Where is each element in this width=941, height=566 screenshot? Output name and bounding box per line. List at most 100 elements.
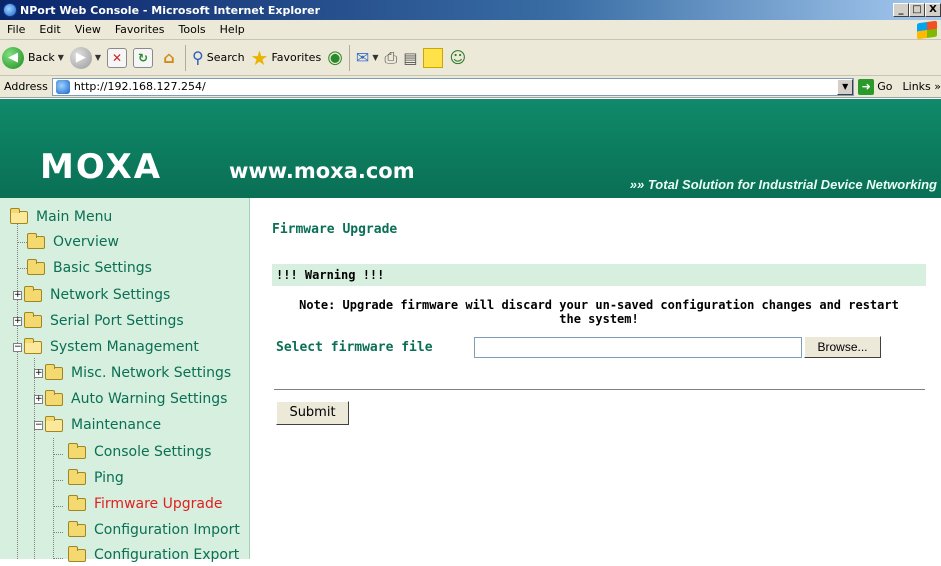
back-button[interactable]: ◀ Back ▼ bbox=[2, 46, 64, 69]
sidebar-item-label: Firmware Upgrade bbox=[94, 496, 223, 512]
page-title: Firmware Upgrade bbox=[272, 222, 398, 237]
sidebar-item-label: Auto Warning Settings bbox=[71, 391, 228, 407]
firmware-file-input[interactable] bbox=[474, 337, 802, 358]
tree-line bbox=[53, 532, 63, 533]
folder-icon bbox=[24, 311, 42, 328]
folder-icon bbox=[68, 545, 86, 562]
sidebar-item-configuration-import[interactable]: Configuration Import bbox=[68, 519, 240, 541]
sidebar-menu: Main Menu Overview Basic Settings + Netw… bbox=[0, 198, 250, 563]
links-button[interactable]: Links » bbox=[903, 80, 941, 93]
address-url: http://192.168.127.254/ bbox=[73, 80, 206, 93]
sidebar-item-label: Overview bbox=[53, 234, 119, 250]
minimize-button[interactable]: _ bbox=[893, 3, 909, 17]
forward-button[interactable]: ▶ ▼ bbox=[69, 46, 101, 69]
mail-icon: ✉ bbox=[355, 48, 370, 67]
sidebar-item-label: Configuration Export bbox=[94, 547, 240, 563]
favorites-label: Favorites bbox=[271, 51, 322, 64]
search-icon: ⚲ bbox=[192, 48, 204, 67]
sidebar-item-label: Ping bbox=[94, 470, 124, 486]
menu-file[interactable]: File bbox=[0, 23, 32, 36]
browser-toolbar: ◀ Back ▼ ▶ ▼ ✕ ↻ ⌂ ⚲ Search ★ Favorites … bbox=[0, 40, 941, 76]
maximize-button[interactable]: □ bbox=[909, 3, 925, 17]
tree-line bbox=[17, 268, 27, 269]
sidebar-item-label: Maintenance bbox=[71, 417, 162, 433]
submit-button[interactable]: Submit bbox=[276, 401, 349, 425]
stop-icon: ✕ bbox=[107, 47, 128, 68]
sidebar-item-firmware-upgrade[interactable]: Firmware Upgrade bbox=[68, 493, 222, 515]
sidebar-item-label: Misc. Network Settings bbox=[71, 365, 232, 381]
collapse-icon[interactable]: − bbox=[34, 420, 43, 430]
favorites-button[interactable]: ★ Favorites bbox=[251, 46, 322, 70]
sidebar-item-auto-warning-settings[interactable]: + Auto Warning Settings bbox=[34, 388, 227, 410]
address-input[interactable]: http://192.168.127.254/ ▼ bbox=[51, 77, 855, 96]
sidebar-item-system-management[interactable]: − System Management bbox=[13, 336, 199, 358]
toolbar-separator bbox=[185, 44, 187, 71]
search-button[interactable]: ⚲ Search bbox=[192, 48, 245, 67]
expand-icon[interactable]: + bbox=[13, 290, 22, 300]
close-button[interactable]: X bbox=[925, 3, 941, 17]
sidebar-item-label: Network Settings bbox=[50, 287, 171, 303]
moxa-banner: MOXA www.moxa.com »» Total Solution for … bbox=[0, 99, 941, 198]
folder-icon bbox=[24, 285, 42, 302]
moxa-site-link[interactable]: www.moxa.com bbox=[229, 159, 415, 183]
media-button[interactable]: ◉ bbox=[327, 47, 343, 68]
collapse-icon[interactable]: − bbox=[13, 342, 22, 352]
divider bbox=[274, 389, 925, 391]
mail-button[interactable]: ✉ ▼ bbox=[356, 48, 379, 67]
sidebar-item-misc-network-settings[interactable]: + Misc. Network Settings bbox=[34, 362, 231, 384]
sidebar-item-console-settings[interactable]: Console Settings bbox=[68, 441, 211, 463]
messenger-button[interactable]: ☺ bbox=[449, 48, 466, 67]
edit-icon: ▤ bbox=[403, 48, 418, 67]
go-button[interactable]: ➜ Go bbox=[858, 78, 893, 95]
sidebar-item-label: System Management bbox=[50, 339, 199, 355]
edit-button[interactable]: ▤ bbox=[403, 49, 417, 67]
browse-button[interactable]: Browse... bbox=[804, 336, 881, 358]
expand-icon[interactable]: + bbox=[13, 316, 22, 326]
print-button[interactable]: ⎙ bbox=[384, 48, 397, 68]
sidebar-item-label: Console Settings bbox=[94, 444, 212, 460]
tree-line bbox=[53, 454, 63, 455]
sidebar-item-ping[interactable]: Ping bbox=[68, 467, 124, 489]
folder-icon bbox=[68, 468, 86, 485]
home-icon: ⌂ bbox=[163, 48, 175, 67]
moxa-logo: MOXA bbox=[40, 147, 163, 187]
menu-help[interactable]: Help bbox=[213, 23, 252, 36]
menu-edit[interactable]: Edit bbox=[32, 23, 67, 36]
sidebar-item-maintenance[interactable]: − Maintenance bbox=[34, 414, 161, 436]
sidebar-item-label: Basic Settings bbox=[53, 260, 152, 276]
menu-view[interactable]: View bbox=[68, 23, 108, 36]
sidebar-item-main-menu[interactable]: Main Menu bbox=[10, 206, 112, 228]
address-dropdown-button[interactable]: ▼ bbox=[837, 78, 854, 95]
sidebar-item-basic-settings[interactable]: Basic Settings bbox=[27, 257, 152, 279]
refresh-icon: ↻ bbox=[133, 47, 154, 68]
sidebar-item-serial-port-settings[interactable]: + Serial Port Settings bbox=[13, 310, 184, 332]
warning-note-line: the system! bbox=[559, 312, 639, 326]
menu-favorites[interactable]: Favorites bbox=[108, 23, 172, 36]
menu-tools[interactable]: Tools bbox=[172, 23, 213, 36]
toolbar-separator bbox=[348, 44, 350, 71]
stop-button[interactable]: ✕ bbox=[107, 47, 128, 68]
sidebar-item-configuration-export[interactable]: Configuration Export bbox=[68, 544, 239, 566]
refresh-button[interactable]: ↻ bbox=[133, 47, 154, 68]
expand-icon[interactable]: + bbox=[34, 394, 43, 404]
tree-line bbox=[53, 506, 63, 507]
warning-note-line: Note: Upgrade firmware will discard your… bbox=[299, 298, 899, 312]
note-button[interactable] bbox=[423, 47, 444, 68]
warning-heading: !!! Warning !!! bbox=[272, 264, 926, 286]
firmware-file-label: Select firmware file bbox=[276, 340, 433, 355]
sidebar-item-network-settings[interactable]: + Network Settings bbox=[13, 284, 170, 306]
sidebar-item-overview[interactable]: Overview bbox=[27, 231, 119, 253]
windows-flag-icon bbox=[917, 20, 937, 40]
forward-arrow-icon: ▶ bbox=[69, 46, 92, 69]
sidebar-item-label: Main Menu bbox=[36, 209, 113, 225]
address-bar: Address http://192.168.127.254/ ▼ ➜ Go L… bbox=[0, 76, 941, 98]
expand-icon[interactable]: + bbox=[34, 368, 43, 378]
back-label: Back bbox=[28, 51, 55, 64]
media-icon: ◉ bbox=[327, 47, 343, 68]
folder-icon bbox=[27, 232, 45, 249]
window-controls: _ □ X bbox=[893, 3, 941, 17]
sidebar-item-label: Configuration Import bbox=[94, 522, 240, 538]
home-button[interactable]: ⌂ bbox=[159, 48, 179, 68]
go-arrow-icon: ➜ bbox=[858, 78, 875, 95]
folder-icon bbox=[27, 258, 45, 275]
